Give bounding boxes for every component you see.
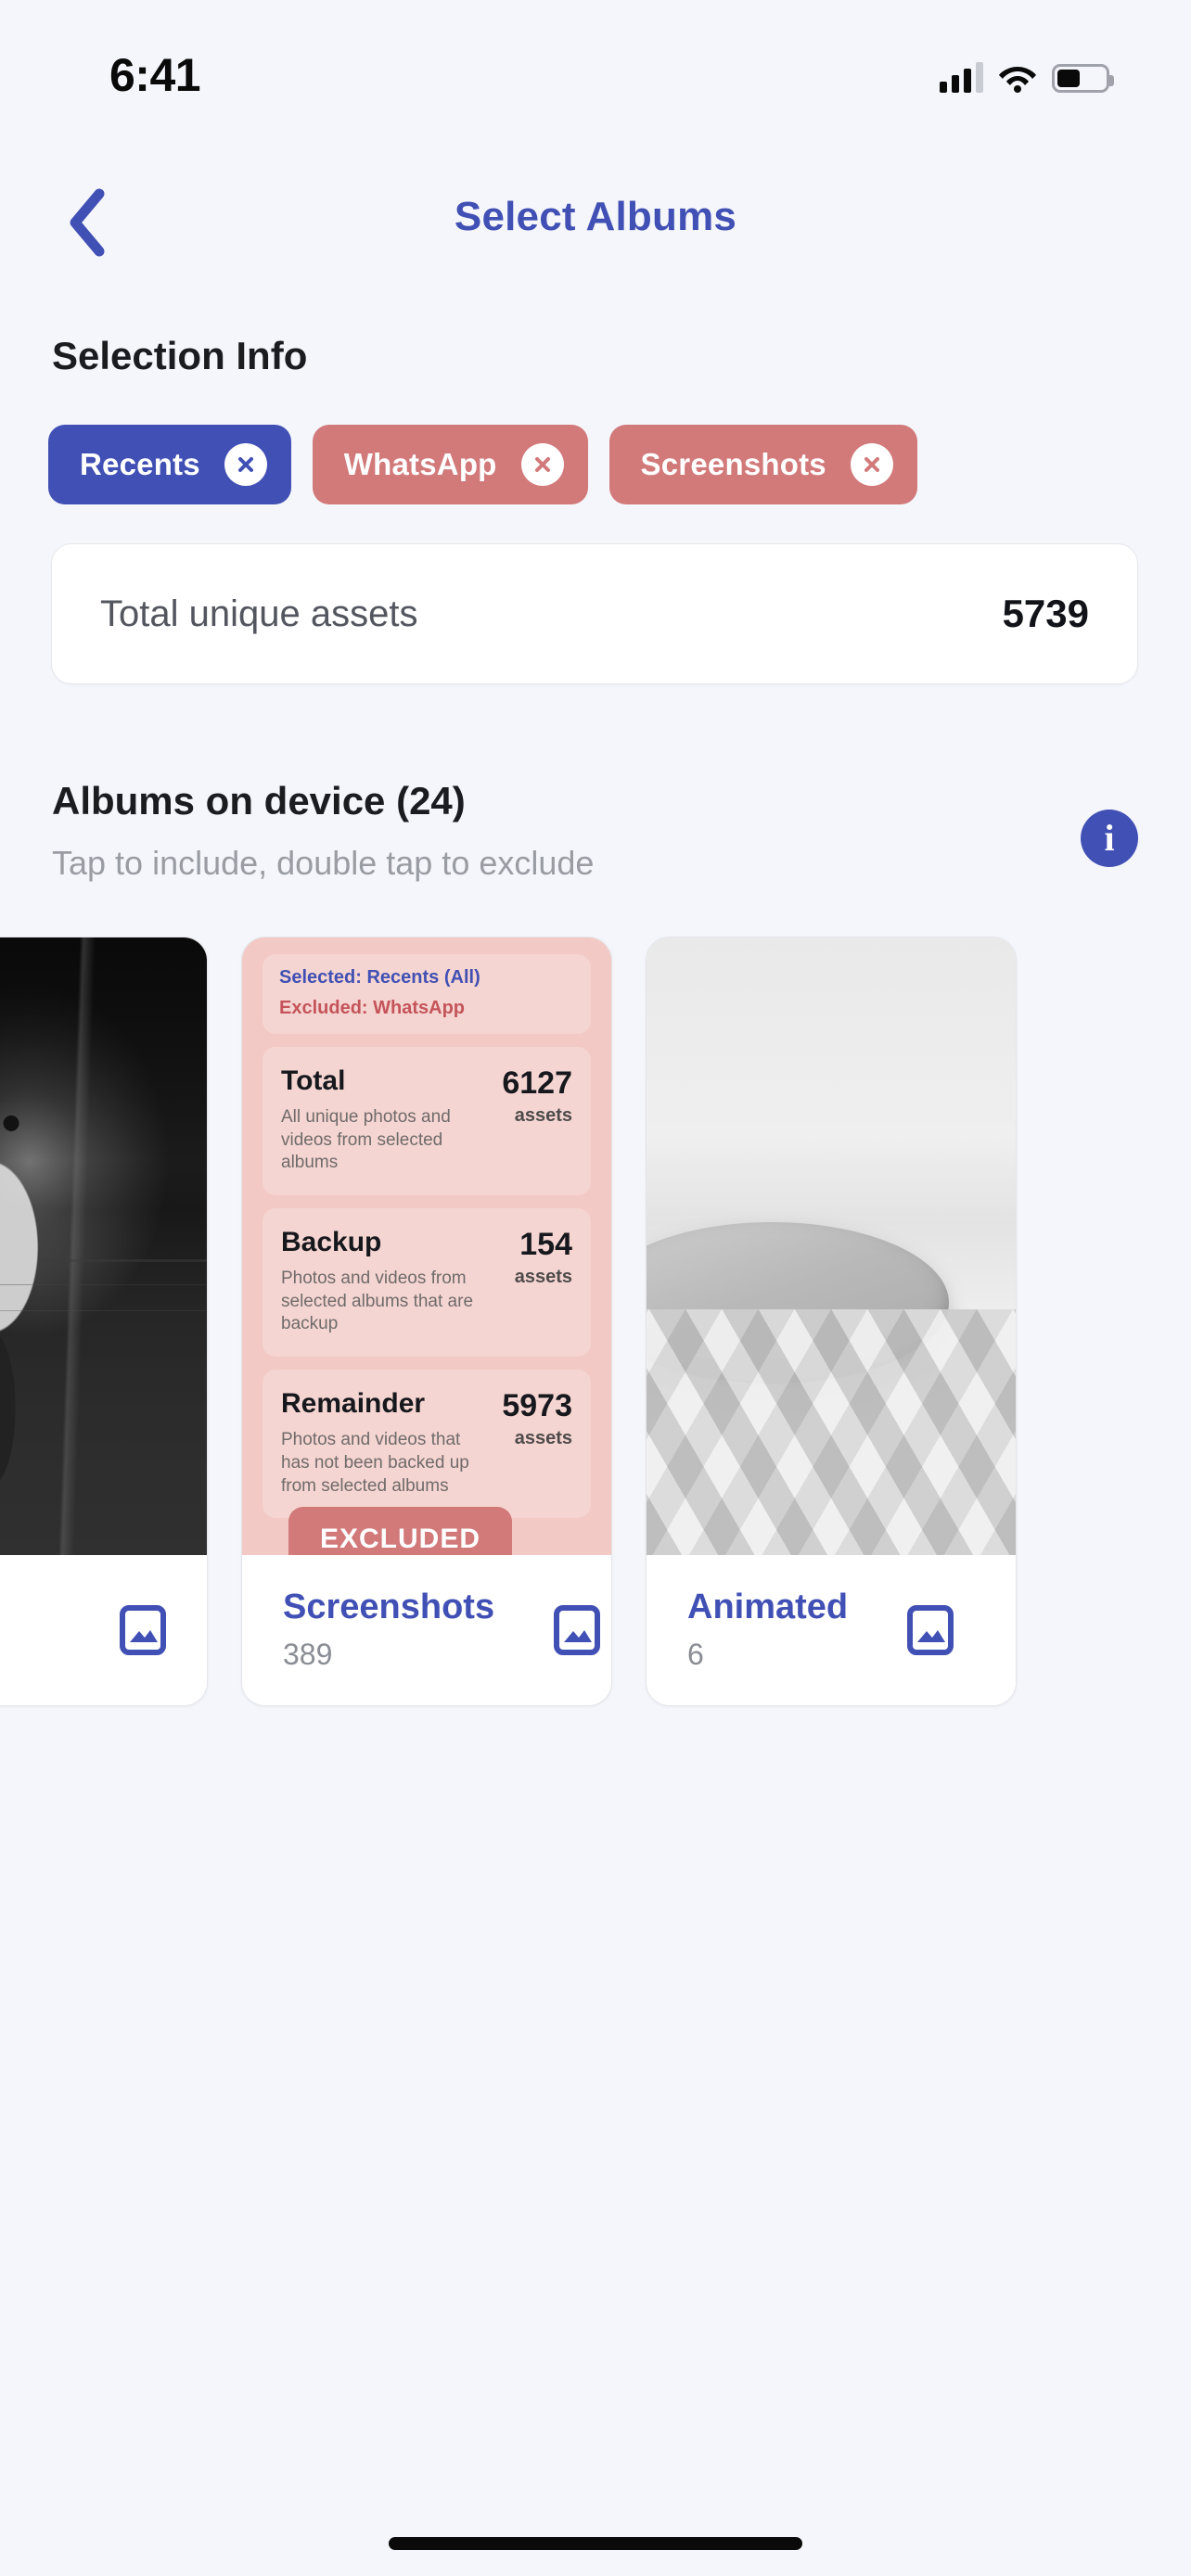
total-unique-assets-label: Total unique assets [100, 593, 418, 634]
close-circle-icon[interactable] [850, 443, 893, 486]
close-circle-icon[interactable] [520, 443, 564, 486]
status-bar-indicators [940, 54, 1114, 93]
album-card[interactable] [0, 937, 208, 1706]
battery-icon [1052, 64, 1114, 93]
albums-section-title: Albums on device (24) [52, 779, 466, 823]
page-title: Select Albums [454, 194, 737, 239]
album-count: 389 [283, 1638, 333, 1672]
album-card-footer: Animated 6 [647, 1555, 1016, 1705]
navigation-bar: Select Albums [0, 172, 1191, 274]
stat-unit: assets [514, 1428, 572, 1449]
album-card-footer: Screenshots 389 [242, 1555, 611, 1705]
stat-description: Photos and videos that has not been back… [281, 1430, 469, 1496]
selected-albums-chip-list: Recents WhatsApp Screenshots [48, 425, 917, 504]
overlay-stat-remainder: Remainder Photos and videos that has not… [263, 1370, 591, 1519]
album-name: Animated [687, 1587, 849, 1626]
status-badge: EXCLUDED [288, 1507, 513, 1557]
total-unique-assets-card: Total unique assets 5739 [51, 543, 1138, 684]
overlay-stat-total: Total All unique photos and videos from … [263, 1047, 591, 1196]
overlay-selection-summary: Selected: Recents (All) Excluded: WhatsA… [263, 954, 591, 1034]
stat-value: 6127 [502, 1065, 572, 1101]
total-unique-assets-value: 5739 [1002, 592, 1089, 635]
info-glyph: i [1104, 817, 1115, 859]
stat-title: Remainder [281, 1388, 426, 1420]
album-count: 6 [687, 1638, 704, 1672]
album-card-animated[interactable]: Animated 6 [646, 937, 1017, 1706]
status-bar: 6:41 [0, 0, 1191, 158]
overlay-selected-line: Selected: Recents (All) [279, 967, 480, 988]
stat-unit: assets [514, 1105, 572, 1126]
album-name: Screenshots [283, 1587, 495, 1626]
chip-whatsapp[interactable]: WhatsApp [312, 425, 588, 504]
chip-label: Recents [80, 447, 200, 481]
albums-section-header: Albums on device (24) Tap to include, do… [52, 779, 594, 883]
album-thumbnail: Selected: Recents (All) Excluded: WhatsA… [242, 937, 611, 1557]
albums-carousel[interactable]: Selected: Recents (All) Excluded: WhatsA… [0, 937, 1191, 1725]
albums-section-subtitle: Tap to include, double tap to exclude [52, 844, 595, 882]
album-thumbnail [647, 937, 1016, 1557]
app-screen: 6:41 Select Albums Selection Info Recent… [0, 0, 1191, 2576]
stat-value: 5973 [502, 1388, 572, 1424]
status-bar-time: 6:41 [109, 49, 201, 101]
stat-description: All unique photos and videos from select… [281, 1107, 451, 1173]
stat-title: Backup [281, 1227, 382, 1258]
album-card-text: Screenshots 389 [283, 1588, 494, 1673]
cellular-signal-icon [940, 61, 983, 93]
chip-screenshots[interactable]: Screenshots [608, 425, 917, 504]
image-icon [120, 1605, 166, 1655]
stat-description: Photos and videos from selected albums t… [281, 1269, 474, 1334]
image-icon [554, 1605, 601, 1655]
selection-info-heading: Selection Info [52, 334, 308, 377]
stat-value: 154 [519, 1227, 572, 1263]
stat-title: Total [281, 1065, 346, 1096]
image-icon [907, 1605, 954, 1655]
overlay-stat-backup: Backup Photos and videos from selected a… [263, 1208, 591, 1358]
wifi-icon [998, 63, 1037, 93]
grayscale-photo-plate-on-mat [647, 937, 1016, 1557]
info-icon[interactable]: i [1081, 810, 1138, 867]
album-card-text: Animated 6 [687, 1588, 848, 1673]
excluded-overlay: Selected: Recents (All) Excluded: WhatsA… [242, 937, 611, 1557]
album-card-footer [0, 1555, 207, 1705]
chip-label: Screenshots [640, 447, 826, 481]
chip-recents[interactable]: Recents [48, 425, 291, 504]
album-thumbnail [0, 937, 207, 1557]
stat-unit: assets [514, 1267, 572, 1288]
close-circle-icon[interactable] [224, 443, 267, 486]
grayscale-photo-person-outdoors [0, 937, 207, 1557]
overlay-excluded-line: Excluded: WhatsApp [279, 998, 466, 1018]
album-card-screenshots[interactable]: Selected: Recents (All) Excluded: WhatsA… [241, 937, 612, 1706]
chip-label: WhatsApp [343, 447, 497, 481]
home-indicator [389, 2537, 802, 2550]
